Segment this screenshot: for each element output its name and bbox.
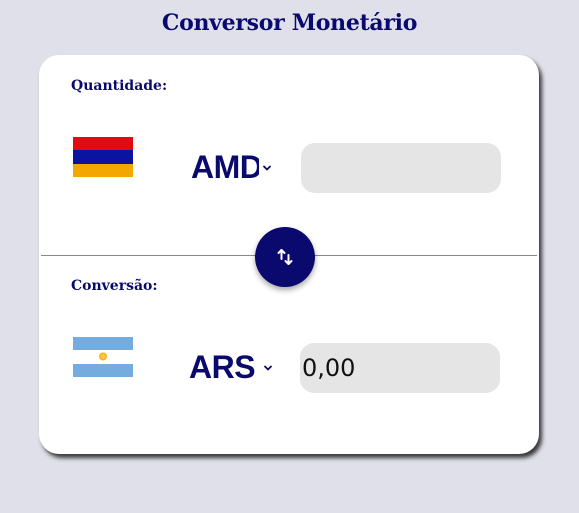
converter-card: Quantidade: AMD Conversão: ARS 0,00 <box>39 55 539 454</box>
converted-amount-field[interactable]: 0,00 <box>300 343 500 393</box>
to-currency-select[interactable]: ARS <box>189 347 273 387</box>
from-currency-select[interactable]: AMD <box>191 147 272 187</box>
sun-of-may-icon <box>99 352 107 361</box>
from-currency-code: AMD <box>191 148 259 185</box>
amount-input[interactable] <box>301 143 501 193</box>
argentina-flag-icon <box>73 337 133 377</box>
amount-label: Quantidade: <box>71 78 168 94</box>
armenia-flag-icon <box>73 137 133 177</box>
conversion-label: Conversão: <box>71 278 158 294</box>
swap-currencies-button[interactable] <box>255 227 315 287</box>
swap-arrows-icon <box>277 249 293 265</box>
page-title: Conversor Monetário <box>161 10 418 36</box>
chevron-down-icon <box>263 165 271 171</box>
to-currency-code: ARS <box>189 348 256 385</box>
chevron-down-icon <box>264 365 272 371</box>
